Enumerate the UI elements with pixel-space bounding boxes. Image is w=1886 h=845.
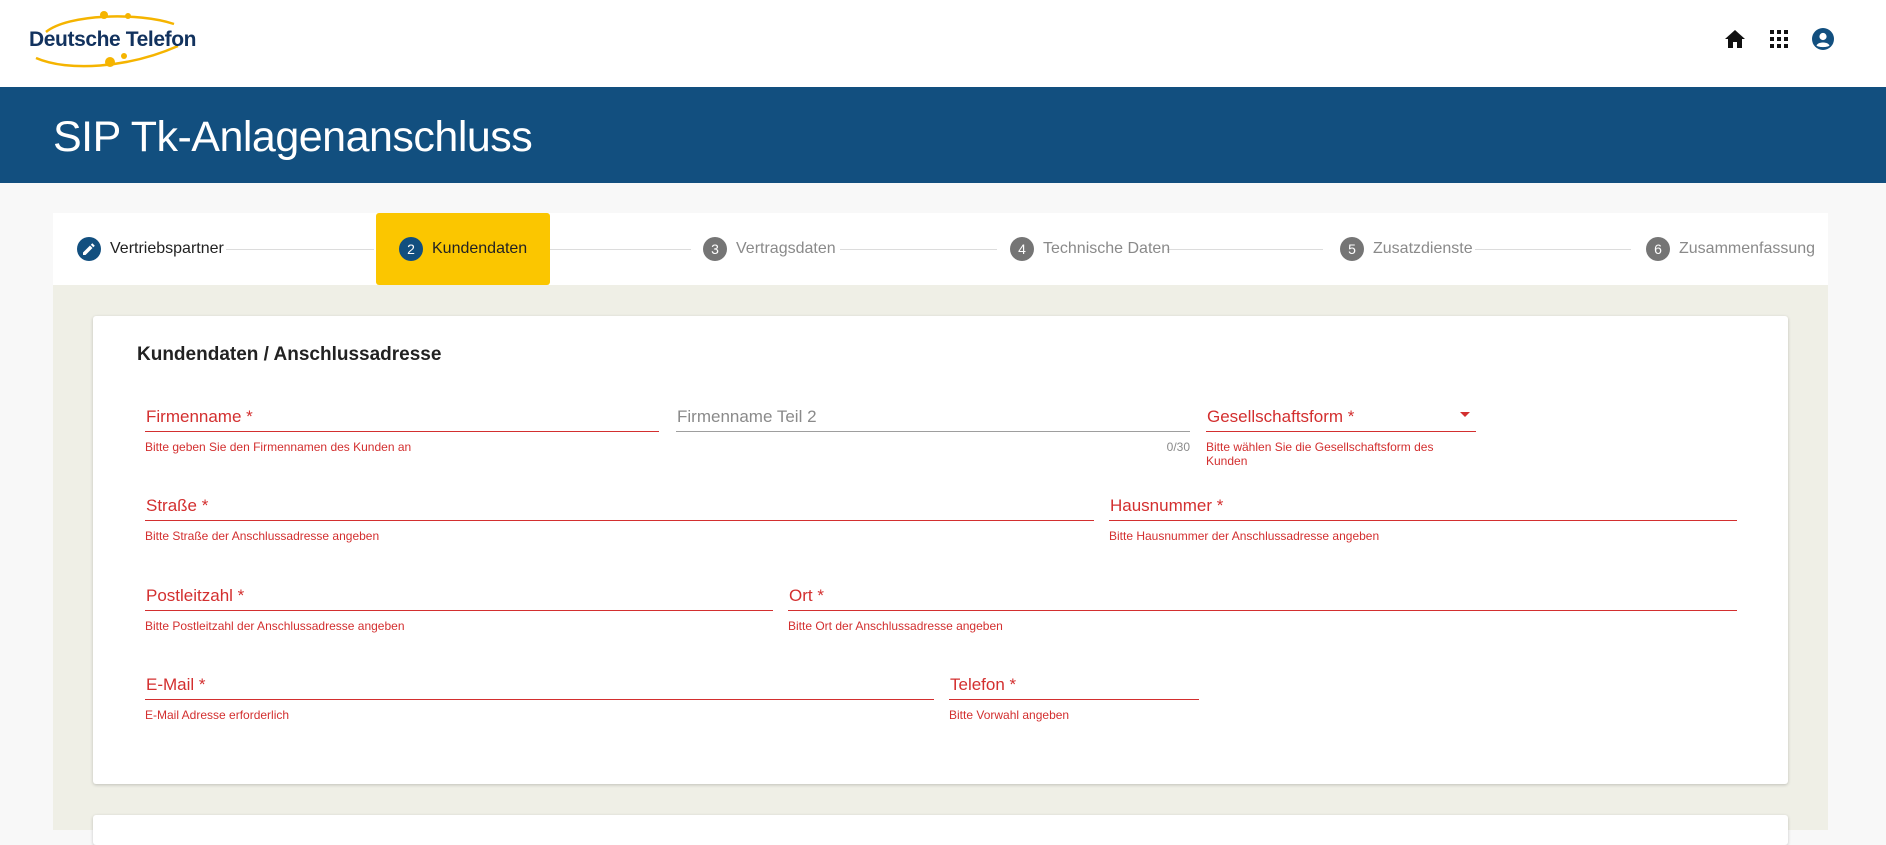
step-kundendaten[interactable]: 2 Kundendaten — [376, 213, 551, 285]
step-label: Vertriebspartner — [110, 240, 224, 257]
next-card — [93, 815, 1788, 845]
field-error: Bitte Vorwahl angeben — [949, 708, 1070, 722]
field-label: Firmenname Teil 2 — [677, 407, 817, 426]
field-error: E-Mail Adresse erforderlich — [145, 708, 290, 722]
field-error: Bitte Ort der Anschlussadresse angeben — [788, 619, 1003, 633]
telefon-field: Telefon * Bitte Vorwahl angeben — [949, 664, 1199, 722]
ort-field: Ort * Bitte Ort der Anschlussadresse ang… — [788, 575, 1737, 633]
page-title: SIP Tk-Anlagenanschluss — [53, 113, 533, 161]
field-label: E-Mail * — [146, 675, 206, 694]
field-error: Bitte geben Sie den Firmennamen des Kund… — [145, 440, 412, 454]
field-label: Telefon * — [950, 675, 1017, 694]
firmenname-teil2-input[interactable]: Firmenname Teil 2 — [676, 396, 1190, 432]
step-connector — [1167, 249, 1323, 250]
home-icon[interactable] — [1724, 28, 1746, 50]
firmenname-input[interactable]: Firmenname * — [145, 396, 659, 432]
postleitzahl-input[interactable]: Postleitzahl * — [145, 575, 773, 611]
step-label: Zusammenfassung — [1679, 240, 1816, 257]
postleitzahl-field: Postleitzahl * Bitte Postleitzahl der An… — [145, 575, 773, 633]
step-number: 5 — [1340, 237, 1364, 261]
step-vertriebspartner[interactable]: Vertriebspartner — [77, 213, 224, 285]
telefon-input[interactable]: Telefon * — [949, 664, 1199, 700]
top-bar: Deutsche Telefon — [0, 0, 1886, 87]
step-number: 2 — [399, 237, 423, 261]
customer-data-card: Kundendaten / Anschlussadresse Firmennam… — [93, 316, 1788, 784]
gesellschaftsform-field: Gesellschaftsform * Bitte wählen Sie die… — [1206, 396, 1476, 468]
step-number: 3 — [703, 237, 727, 261]
firmenname-field: Firmenname * Bitte geben Sie den Firmenn… — [145, 396, 659, 454]
strasse-input[interactable]: Straße * — [145, 485, 1094, 521]
section-title: Kundendaten / Anschlussadresse — [137, 344, 442, 365]
step-connector — [226, 249, 374, 250]
step-label: Technische Daten — [1043, 240, 1171, 257]
step-label: Vertragsdaten — [736, 240, 836, 257]
character-counter: 0/30 — [1166, 440, 1190, 454]
hausnummer-field: Hausnummer * Bitte Hausnummer der Anschl… — [1109, 485, 1737, 543]
step-number: 4 — [1010, 237, 1034, 261]
step-number: 6 — [1646, 237, 1670, 261]
step-vertragsdaten[interactable]: 3 Vertragsdaten — [703, 213, 836, 285]
field-error: Bitte wählen Sie die Gesellschaftsform d… — [1206, 440, 1434, 468]
logo-text: Deutsche Telefon — [29, 28, 197, 51]
field-label: Hausnummer * — [1110, 496, 1224, 515]
pencil-icon — [77, 237, 101, 261]
step-label: Zusatzdienste — [1373, 240, 1473, 257]
stepper: Vertriebspartner 2 Kundendaten 3 Vertrag… — [53, 213, 1828, 285]
field-label: Ort * — [789, 586, 824, 605]
ort-input[interactable]: Ort * — [788, 575, 1737, 611]
field-label: Firmenname * — [146, 407, 253, 426]
email-input[interactable]: E-Mail * — [145, 664, 934, 700]
hausnummer-input[interactable]: Hausnummer * — [1109, 485, 1737, 521]
step-label: Kundendaten — [432, 240, 528, 257]
field-label: Straße * — [146, 496, 209, 515]
step-zusammenfassung[interactable]: 6 Zusammenfassung — [1646, 213, 1815, 285]
field-error: Bitte Hausnummer der Anschlussadresse an… — [1109, 529, 1380, 543]
logo[interactable]: Deutsche Telefon — [28, 10, 196, 70]
account-icon[interactable] — [1812, 28, 1834, 50]
step-zusatzdienste[interactable]: 5 Zusatzdienste — [1340, 213, 1473, 285]
strasse-field: Straße * Bitte Straße der Anschlussadres… — [145, 485, 1094, 543]
field-error: Bitte Postleitzahl der Anschlussadresse … — [145, 619, 405, 633]
field-error: Bitte Straße der Anschlussadresse angebe… — [145, 529, 380, 543]
step-connector — [546, 249, 691, 250]
step-technische-daten[interactable]: 4 Technische Daten — [1010, 213, 1170, 285]
email-field: E-Mail * E-Mail Adresse erforderlich — [145, 664, 934, 722]
firmenname-teil2-field: Firmenname Teil 2 0/30 — [676, 396, 1190, 454]
field-label: Postleitzahl * — [146, 586, 245, 605]
step-connector — [1475, 249, 1631, 250]
gesellschaftsform-select[interactable]: Gesellschaftsform * — [1206, 396, 1476, 432]
page-banner: SIP Tk-Anlagenanschluss — [0, 87, 1886, 183]
chevron-down-icon — [1460, 412, 1470, 417]
step-connector — [840, 249, 997, 250]
apps-grid-icon[interactable] — [1768, 28, 1790, 50]
field-label: Gesellschaftsform * — [1207, 407, 1355, 426]
